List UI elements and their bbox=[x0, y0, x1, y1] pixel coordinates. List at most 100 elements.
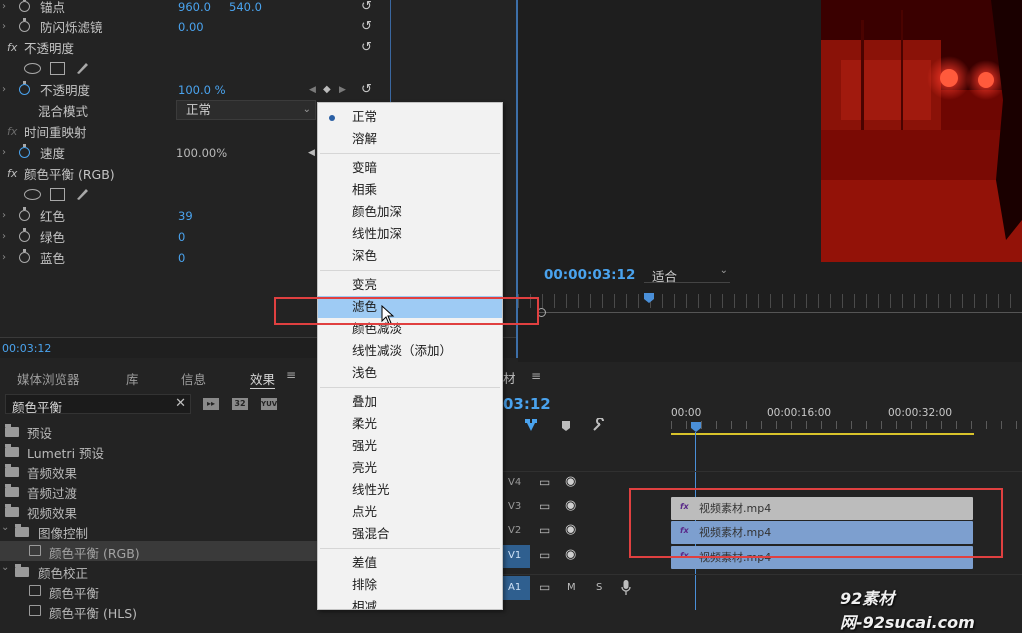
timeline-timecode[interactable]: 03:12 bbox=[503, 395, 551, 413]
blend-option[interactable]: 正常 bbox=[318, 106, 502, 128]
reset-icon[interactable]: ↺ bbox=[361, 0, 372, 14]
tree-item-color-balance-rgb[interactable]: 颜色平衡 (RGB) bbox=[0, 541, 317, 561]
reset-icon[interactable]: ↺ bbox=[361, 40, 372, 55]
film-icon[interactable]: ▭ bbox=[539, 475, 550, 489]
microphone-icon[interactable] bbox=[621, 580, 631, 596]
stopwatch-icon[interactable] bbox=[19, 228, 30, 242]
speed-value[interactable]: 100.00% bbox=[176, 146, 227, 160]
opacity-section-row[interactable]: fx 不透明度 ↺ bbox=[0, 37, 400, 58]
tree-item-image-control[interactable]: ⌄ 图像控制 bbox=[0, 521, 317, 541]
tab-info[interactable]: 信息 bbox=[181, 369, 206, 388]
track-name[interactable]: V4 bbox=[508, 477, 521, 488]
blend-option[interactable]: 差值 bbox=[318, 552, 502, 574]
track-name[interactable]: V2 bbox=[508, 525, 521, 536]
effects-search-input[interactable]: 颜色平衡 ✕ bbox=[5, 394, 191, 415]
reset-icon[interactable]: ↺ bbox=[361, 82, 372, 97]
stopwatch-icon[interactable] bbox=[19, 144, 30, 158]
panel-menu-icon[interactable]: ≡ bbox=[531, 369, 541, 383]
blend-option[interactable]: 变暗 bbox=[318, 157, 502, 179]
tree-item-audio-transitions[interactable]: 音频过渡 bbox=[0, 481, 317, 501]
wrench-icon[interactable] bbox=[592, 418, 606, 432]
film-icon[interactable]: ▭ bbox=[539, 523, 550, 537]
solo-button[interactable]: S bbox=[596, 582, 602, 593]
accelerated-effects-icon[interactable]: ▸▸ bbox=[203, 398, 219, 410]
ec-timecode[interactable]: 00:03:12 bbox=[2, 342, 51, 355]
track-name[interactable]: V1 bbox=[508, 550, 521, 561]
blend-option[interactable]: 柔光 bbox=[318, 413, 502, 435]
expand-chevron-icon[interactable]: › bbox=[2, 1, 6, 12]
blend-option[interactable]: 线性加深 bbox=[318, 223, 502, 245]
opacity-value[interactable]: 100.0 % bbox=[178, 83, 226, 97]
blend-mode-select[interactable]: 正常 ⌄ bbox=[176, 100, 316, 120]
film-icon[interactable]: ▭ bbox=[539, 548, 550, 562]
ellipse-mask-icon[interactable] bbox=[24, 62, 41, 74]
yuv-effects-icon[interactable]: YUV bbox=[261, 398, 277, 410]
pen-mask-icon[interactable] bbox=[74, 187, 90, 201]
pen-mask-icon[interactable] bbox=[74, 61, 90, 75]
blend-option[interactable]: 线性光 bbox=[318, 479, 502, 501]
fit-select[interactable]: 适合 ⌄ bbox=[644, 265, 730, 284]
expand-chevron-icon[interactable]: › bbox=[2, 231, 6, 242]
monitor-scroll-track[interactable] bbox=[538, 312, 1022, 313]
panel-menu-icon[interactable]: ≡ bbox=[286, 368, 296, 382]
stopwatch-icon[interactable] bbox=[19, 81, 30, 95]
tab-effects[interactable]: 效果 bbox=[250, 369, 276, 389]
eye-icon[interactable]: ◉ bbox=[565, 474, 576, 489]
red-value[interactable]: 39 bbox=[178, 209, 193, 223]
blue-value[interactable]: 0 bbox=[178, 251, 185, 265]
anchor-y-value[interactable]: 540.0 bbox=[229, 0, 262, 14]
track-name[interactable]: V3 bbox=[508, 501, 521, 512]
next-keyframe-icon[interactable]: ▶ bbox=[339, 85, 346, 95]
tree-item-color-balance-hls[interactable]: 颜色平衡 (HLS) bbox=[0, 601, 317, 621]
expand-chevron-icon[interactable]: › bbox=[2, 84, 6, 95]
mute-button[interactable]: M bbox=[567, 582, 576, 593]
program-timecode[interactable]: 00:00:03:12 bbox=[544, 267, 635, 283]
eye-icon[interactable]: ◉ bbox=[565, 547, 576, 562]
tree-item-lumetri-presets[interactable]: Lumetri 预设 bbox=[0, 441, 317, 461]
blend-option[interactable]: 相减 bbox=[318, 596, 502, 609]
tab-library[interactable]: 库 bbox=[126, 369, 139, 388]
blend-option[interactable]: 亮光 bbox=[318, 457, 502, 479]
blend-option[interactable]: 线性减淡（添加） bbox=[318, 340, 502, 362]
tree-item-audio-effects[interactable]: 音频效果 bbox=[0, 461, 317, 481]
blend-option[interactable]: 深色 bbox=[318, 245, 502, 267]
chevron-down-icon[interactable]: ⌄ bbox=[1, 522, 9, 533]
eye-icon[interactable]: ◉ bbox=[565, 498, 576, 513]
eye-icon[interactable]: ◉ bbox=[565, 522, 576, 537]
blend-option[interactable]: 颜色加深 bbox=[318, 201, 502, 223]
blend-option[interactable]: 浅色 bbox=[318, 362, 502, 384]
marker-icon[interactable] bbox=[561, 420, 571, 432]
blend-option[interactable]: 溶解 bbox=[318, 128, 502, 150]
blend-option[interactable]: 叠加 bbox=[318, 391, 502, 413]
sequence-tab-label[interactable]: 材 bbox=[503, 368, 516, 387]
anchor-x-value[interactable]: 960.0 bbox=[178, 0, 211, 14]
tree-item-video-effects[interactable]: 视频效果 bbox=[0, 501, 317, 521]
prev-keyframe-icon[interactable]: ◀ bbox=[309, 85, 316, 95]
ellipse-mask-icon[interactable] bbox=[24, 188, 41, 200]
blend-option[interactable]: 相乘 bbox=[318, 179, 502, 201]
track-name[interactable]: A1 bbox=[508, 582, 521, 593]
blend-option[interactable]: 点光 bbox=[318, 501, 502, 523]
green-value[interactable]: 0 bbox=[178, 230, 185, 244]
expand-chevron-icon[interactable]: › bbox=[2, 21, 6, 32]
reset-icon[interactable]: ↺ bbox=[361, 19, 372, 34]
32bit-effects-icon[interactable]: 32 bbox=[232, 398, 248, 410]
blend-option[interactable]: 排除 bbox=[318, 574, 502, 596]
stopwatch-icon[interactable] bbox=[19, 0, 30, 12]
prev-keyframe-icon[interactable]: ◀ bbox=[308, 148, 315, 158]
timeline-ruler[interactable] bbox=[671, 421, 1022, 429]
rectangle-mask-icon[interactable] bbox=[50, 61, 65, 75]
snap-icon[interactable] bbox=[524, 418, 538, 432]
add-keyframe-icon[interactable]: ◆ bbox=[323, 84, 331, 95]
work-area-bar[interactable] bbox=[671, 433, 974, 435]
film-icon[interactable]: ▭ bbox=[539, 499, 550, 513]
film-icon[interactable]: ▭ bbox=[539, 580, 550, 594]
tree-item-color-balance[interactable]: 颜色平衡 bbox=[0, 581, 317, 601]
expand-chevron-icon[interactable]: › bbox=[2, 210, 6, 221]
blend-option[interactable]: 强混合 bbox=[318, 523, 502, 545]
stopwatch-icon[interactable] bbox=[19, 207, 30, 221]
tab-media-browser[interactable]: 媒体浏览器 bbox=[17, 369, 80, 388]
blend-option[interactable]: 变亮 bbox=[318, 274, 502, 296]
monitor-ruler[interactable] bbox=[518, 294, 1022, 308]
expand-chevron-icon[interactable]: › bbox=[2, 147, 6, 158]
